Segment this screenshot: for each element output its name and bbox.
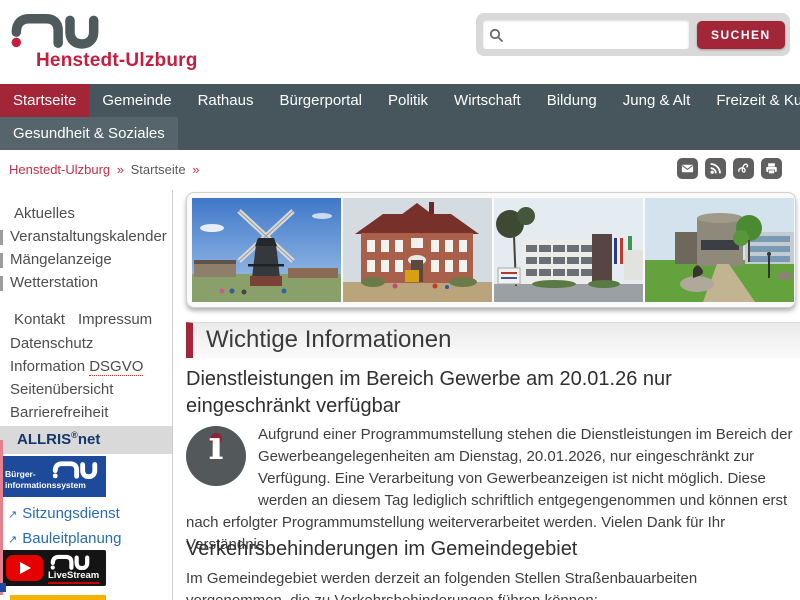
print-icon[interactable] (761, 158, 782, 179)
nav-item-bildung[interactable]: Bildung (534, 84, 610, 117)
photo-modern-offices (494, 198, 643, 302)
photo-round-building (645, 198, 794, 302)
page-toolbar (677, 158, 782, 179)
search-box: SUCHEN (476, 13, 790, 56)
allris-net: net (78, 431, 101, 448)
external-link-icon: ↗ (8, 534, 17, 546)
sidebar-divider (172, 190, 173, 600)
livestream-banner[interactable]: LiveStream (0, 550, 106, 586)
banner-line1: Bürger- (5, 469, 36, 479)
search-icon (483, 28, 509, 42)
info-icon: ı (186, 426, 246, 486)
sidebar-item-wetterstation[interactable]: Wetterstation (10, 274, 98, 291)
main-navigation: Startseite Gemeinde Rathaus Bürgerportal… (0, 84, 800, 150)
sidebar-item-seitenuebersicht[interactable]: Seitenübersicht (10, 381, 113, 398)
decorative-line (0, 440, 3, 595)
sidebar-item-impressum[interactable]: Impressum (78, 311, 152, 328)
email-icon[interactable] (677, 158, 698, 179)
section-header: Wichtige Informationen (186, 322, 800, 358)
nav-item-startseite[interactable]: Startseite (0, 84, 89, 117)
sidebar-marker (0, 276, 3, 291)
banner-line2: informationssystem (5, 480, 86, 490)
nav-item-gesundheit-und-soziales[interactable]: Gesundheit & Soziales (0, 117, 178, 150)
article1-title: Dienstleistungen im Bereich Gewerbe am 2… (186, 366, 798, 420)
article2-body: Im Gemeindegebiet werden derzeit an folg… (186, 568, 796, 600)
search-input[interactable] (509, 21, 689, 48)
nav-item-jung-und-alt[interactable]: Jung & Alt (610, 84, 704, 117)
nav-item-gemeinde[interactable]: Gemeinde (89, 84, 184, 117)
page: Henstedt-Ulzburg SUCHEN Startseite Gemei… (0, 0, 800, 600)
decorative-chip (0, 583, 6, 592)
sidebar-item-information-dsgvo[interactable]: Information DSGVO (10, 358, 143, 375)
sidebar-item-kontakt[interactable]: Kontakt (14, 311, 65, 328)
external-link-icon: ↗ (8, 509, 17, 521)
allris-net-link[interactable]: ALLRIS®net (17, 430, 100, 448)
sidebar-marker (0, 230, 3, 245)
sidebar-item-sitzungsdienst[interactable]: ↗ Sitzungsdienst (8, 505, 120, 522)
photo-historic-school (343, 198, 492, 302)
nav-item-buergerportal[interactable]: Bürgerportal (266, 84, 375, 117)
sitzungsdienst-label: Sitzungsdienst (22, 505, 120, 522)
breadcrumb: Henstedt-Ulzburg » Startseite » (9, 162, 202, 177)
pdf-icon[interactable] (733, 158, 754, 179)
allris-reg: ® (71, 430, 78, 440)
sidebar-marker (0, 253, 3, 268)
dsgvo-term[interactable]: DSGVO (89, 358, 143, 376)
sidebar-item-bauleitplanung[interactable]: ↗ Bauleitplanung (8, 530, 121, 547)
nav-item-freizeit-und-kultur[interactable]: Freizeit & Kultur (703, 84, 800, 117)
breadcrumb-home[interactable]: Henstedt-Ulzburg (9, 162, 110, 177)
breadcrumb-current[interactable]: Startseite (131, 162, 186, 177)
livestream-label: LiveStream (48, 570, 99, 584)
sidebar-item-veranstaltungskalender[interactable]: Veranstaltungskalender (10, 228, 167, 245)
partial-banner-edge (10, 595, 106, 600)
nav-item-politik[interactable]: Politik (375, 84, 441, 117)
buergerinformationssystem-banner[interactable]: Bürger- informationssystem (0, 456, 106, 497)
section-title: Wichtige Informationen (193, 323, 800, 357)
rss-icon[interactable] (705, 158, 726, 179)
hu-logo-icon-white (52, 459, 98, 479)
photo-windmill (192, 198, 341, 302)
search-field[interactable] (483, 20, 689, 49)
sidebar-item-datenschutz[interactable]: Datenschutz (10, 335, 93, 352)
site-logo[interactable]: Henstedt-Ulzburg (10, 6, 230, 78)
sidebar-item-maengelanzeige[interactable]: Mängelanzeige (10, 251, 112, 268)
hu-logo-icon (10, 8, 100, 50)
bauleitplanung-label: Bauleitplanung (22, 530, 121, 547)
breadcrumb-separator: » (189, 162, 202, 177)
photo-slideshow (186, 192, 796, 308)
allris-name: ALLRIS (17, 431, 71, 448)
info-icon-stem: ı (186, 435, 246, 457)
site-title: Henstedt-Ulzburg (36, 50, 198, 72)
nav-item-wirtschaft[interactable]: Wirtschaft (441, 84, 534, 117)
article1-text: Aufgrund einer Programmumstellung stehen… (186, 426, 792, 553)
sidebar-item-barrierefreiheit[interactable]: Barrierefreiheit (10, 404, 108, 421)
youtube-icon (6, 555, 43, 581)
breadcrumb-separator: » (114, 162, 127, 177)
sidebar-item-aktuelles[interactable]: Aktuelles (14, 205, 75, 222)
search-submit-button[interactable]: SUCHEN (697, 21, 785, 49)
info-prefix: Information (10, 358, 85, 375)
header: Henstedt-Ulzburg SUCHEN (0, 0, 800, 84)
article2-title: Verkehrsbehinderungen im Gemeindegebiet (186, 536, 798, 563)
hu-logo-icon-white (50, 553, 90, 570)
nav-item-rathaus[interactable]: Rathaus (185, 84, 267, 117)
